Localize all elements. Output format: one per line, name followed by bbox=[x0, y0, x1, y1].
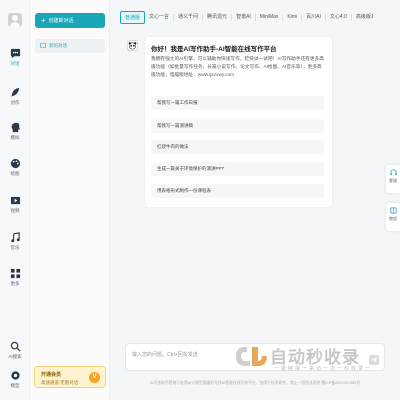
tab-model[interactable]: MiniMax bbox=[256, 11, 283, 24]
suggestion-item[interactable]: 帮我写一篇演讲稿 bbox=[151, 119, 324, 133]
rail-item-model[interactable]: 模型 bbox=[0, 370, 30, 396]
rail-item-music[interactable]: 音乐 bbox=[0, 232, 30, 258]
rail-item-chat[interactable]: 对话 bbox=[0, 48, 30, 74]
tutorial-button[interactable]: 教程 bbox=[386, 203, 400, 231]
conversation-sidebar: + 创建新对话 新的对话 开通会员 高速通道 无限对话 V bbox=[30, 0, 110, 400]
music-note-icon bbox=[10, 232, 20, 243]
icon-rail: 对话 创作 模拟 绘图 视频 音乐 更多 AI搜索 模型 bbox=[0, 0, 30, 400]
suggestion-item[interactable]: 帮我写一篇工作日报 bbox=[151, 96, 324, 110]
settings-icon bbox=[10, 371, 20, 380]
bot-avatar bbox=[127, 40, 138, 51]
tab-model[interactable]: 文心4.0 bbox=[326, 11, 351, 24]
suggestion-item[interactable]: 用表格形式制作一份课程表 bbox=[151, 184, 324, 198]
panda-icon bbox=[128, 42, 137, 50]
head-profile-icon bbox=[11, 122, 20, 133]
model-tabs: 普通版 文心一言 通义千问 腾讯混元 智谱AI MiniMax Kimi 百川A… bbox=[120, 10, 378, 25]
float-label: 教程 bbox=[389, 216, 397, 221]
conversation-item[interactable]: 新的对话 bbox=[35, 39, 105, 53]
rail-label: 更多 bbox=[10, 281, 20, 286]
membership-banner[interactable]: 开通会员 高速通道 无限对话 V bbox=[34, 366, 106, 388]
welcome-message-card: 你好！我是AI写作助手-AI智能在线写作平台 我拥有强大的AI引擎，可以辅助你快… bbox=[145, 37, 332, 207]
user-avatar[interactable] bbox=[8, 13, 22, 27]
rail-label: AI搜索 bbox=[8, 354, 22, 359]
rail-item-draw[interactable]: 绘图 bbox=[0, 158, 30, 184]
feather-icon bbox=[10, 87, 19, 98]
tab-model[interactable]: 高级版1 bbox=[352, 11, 378, 24]
rail-item-video[interactable]: 视频 bbox=[0, 195, 30, 221]
grid-icon bbox=[10, 268, 20, 279]
plus-icon: + bbox=[41, 15, 46, 25]
chat-input[interactable] bbox=[132, 348, 282, 362]
rail-label: 模拟 bbox=[10, 135, 20, 140]
tab-model[interactable]: 智谱AI bbox=[232, 11, 255, 24]
rail-label: 视频 bbox=[10, 208, 20, 213]
tab-model[interactable]: 文心一言 bbox=[145, 11, 173, 24]
rail-label: 模型 bbox=[10, 383, 20, 388]
tab-model[interactable]: 百川AI bbox=[302, 11, 325, 24]
search-icon bbox=[10, 341, 21, 352]
rail-label: 绘图 bbox=[10, 171, 20, 176]
vip-badge: V bbox=[89, 372, 100, 383]
new-chat-button[interactable]: + 创建新对话 bbox=[35, 13, 105, 28]
suggestion-item[interactable]: 生成一篇关于环境保护的演讲PPT bbox=[151, 162, 324, 176]
tab-model[interactable]: Kimi bbox=[283, 11, 301, 24]
chat-outline-icon bbox=[40, 43, 46, 48]
send-button[interactable] bbox=[369, 355, 379, 365]
new-chat-label: 创建新对话 bbox=[48, 18, 74, 24]
suggestion-item[interactable]: 红烧牛肉的做法 bbox=[151, 140, 324, 154]
rail-label: 音乐 bbox=[10, 245, 20, 250]
tab-model[interactable]: 通义千问 bbox=[174, 11, 202, 24]
headset-icon bbox=[389, 169, 397, 176]
footer-disclaimer: AI写作助手是基于各类AI大模型搭建的写作AI智能在线写作平台，仅用于技术研究、… bbox=[150, 381, 361, 385]
rail-item-simulate[interactable]: 模拟 bbox=[0, 122, 30, 148]
chat-bubble-icon bbox=[10, 48, 20, 59]
rail-label: 创作 bbox=[10, 100, 20, 105]
conversation-label: 新的对话 bbox=[49, 43, 67, 48]
send-icon bbox=[371, 357, 377, 363]
float-label: 客服 bbox=[389, 178, 397, 183]
welcome-description: 我拥有强大的AI引擎，可以辅助你快速写作，赶快试一试吧！AI写作助手还有更多高级… bbox=[151, 56, 324, 77]
customer-service-button[interactable]: 客服 bbox=[386, 165, 400, 193]
rail-label: 对话 bbox=[10, 61, 20, 66]
rail-item-ai-search[interactable]: AI搜索 bbox=[0, 341, 30, 367]
video-icon bbox=[10, 196, 20, 205]
palette-icon bbox=[10, 158, 20, 169]
tab-model[interactable]: 腾讯混元 bbox=[203, 11, 231, 24]
welcome-title: 你好！我是AI写作助手-AI智能在线写作平台 bbox=[151, 46, 277, 53]
tab-model[interactable]: 普通版 bbox=[120, 11, 146, 24]
rail-item-create[interactable]: 创作 bbox=[0, 87, 30, 113]
rail-item-more[interactable]: 更多 bbox=[0, 268, 30, 294]
chat-input-box[interactable] bbox=[125, 343, 385, 371]
book-icon bbox=[389, 207, 397, 214]
